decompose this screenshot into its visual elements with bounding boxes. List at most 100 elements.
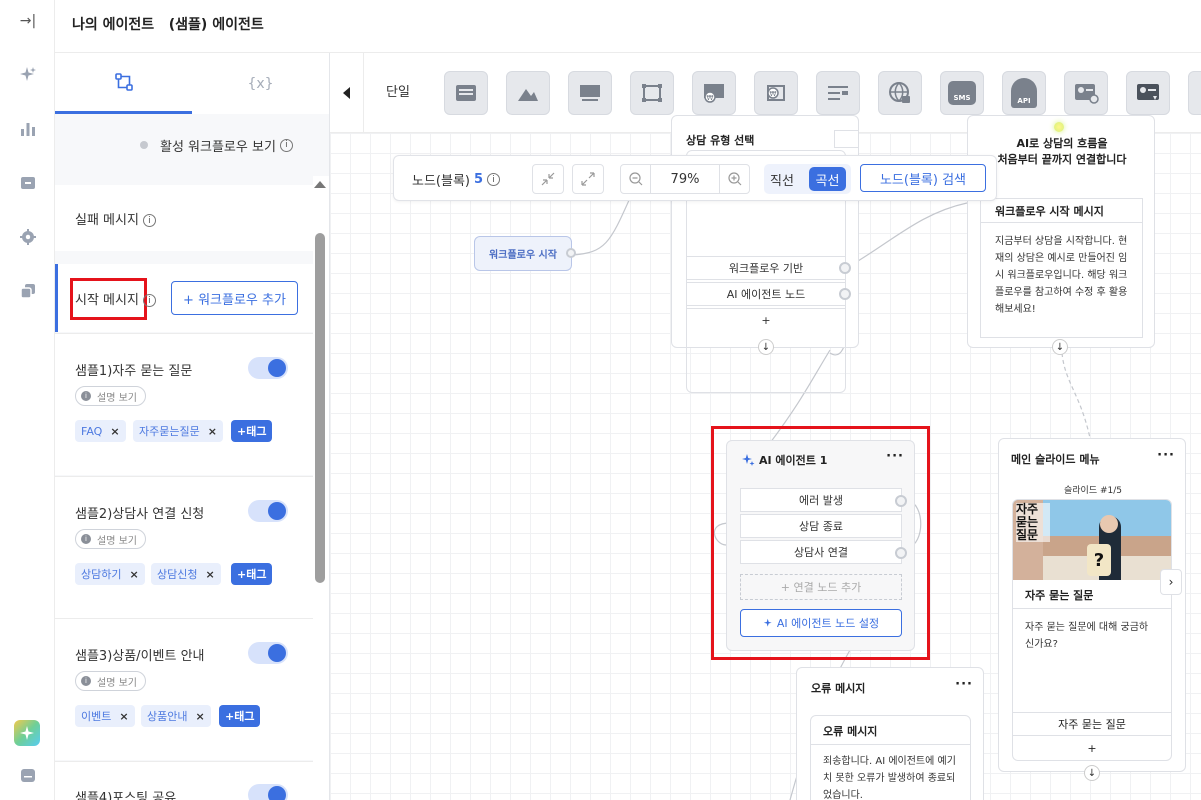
add-workflow-button[interactable]: + 워크플로우 추가 — [171, 281, 298, 315]
arrow-down-icon[interactable]: ↓ — [758, 339, 774, 355]
list-icon[interactable] — [816, 71, 860, 115]
tag[interactable]: 이벤트 × — [75, 705, 135, 727]
scrollbar-thumb[interactable] — [315, 233, 325, 583]
ai-image-icon[interactable] — [506, 71, 550, 115]
expand-icon[interactable] — [572, 164, 604, 194]
info-icon[interactable]: i — [487, 173, 501, 186]
archive-icon[interactable] — [17, 172, 39, 194]
option-row[interactable]: 워크플로우 기반 — [686, 256, 846, 280]
agent-setup-button[interactable]: AI 에이전트 노드 설정 — [740, 609, 902, 637]
workflow-toggle[interactable] — [248, 357, 288, 379]
collapse-icon[interactable] — [532, 164, 564, 194]
ai-agent-node[interactable]: AI 에이전트 1 ··· 에러 발생 상담 종료 상담사 연결 + 연결 노드… — [726, 440, 915, 651]
workflow-start-node[interactable]: 워크플로우 시작 — [474, 236, 572, 271]
remove-tag-icon[interactable]: × — [119, 710, 128, 723]
workflow-toggle[interactable] — [248, 784, 288, 800]
more-menu-icon[interactable]: ··· — [955, 677, 973, 692]
collapse-panel-button[interactable] — [330, 53, 364, 133]
api-label: API — [1011, 78, 1037, 108]
workflow-canvas[interactable]: 단일 ₩ ₩ SMS API 상담 유형 선택 워크플로우 기반 AI 에이전트… — [330, 53, 1201, 800]
desc-button[interactable]: i 설명 보기 — [75, 529, 146, 549]
carousel-icon[interactable] — [630, 71, 674, 115]
option-row[interactable]: AI 에이전트 노드 — [686, 282, 846, 306]
connector-port[interactable] — [839, 288, 851, 300]
info-icon[interactable]: i — [279, 138, 293, 152]
intro-message-node[interactable]: AI로 상담의 흐름을 처음부터 끝까지 연결합니다 워크플로우 시작 메시지 … — [967, 115, 1155, 355]
remove-tag-icon[interactable]: × — [195, 710, 204, 723]
add-connection-button[interactable]: + 연결 노드 추가 — [740, 574, 902, 600]
active-workflow-toggle[interactable]: 활성 워크플로우 보기 i — [140, 134, 310, 156]
product-carousel-icon[interactable]: ₩ — [754, 71, 798, 115]
scroll-up-icon[interactable] — [314, 181, 326, 188]
zoom-value[interactable]: 79% — [651, 165, 719, 193]
contact-card-icon[interactable] — [1126, 71, 1170, 115]
web-lock-icon[interactable] — [878, 71, 922, 115]
add-tag-button[interactable]: +태그 — [231, 563, 273, 585]
error-message-node[interactable]: 오류 메시지 ··· 오류 메시지 죄송합니다. AI 에이전트에 예기치 못한… — [796, 667, 984, 800]
more-blocks-icon[interactable] — [1188, 71, 1201, 115]
add-tag-button[interactable]: +태그 — [231, 420, 273, 442]
consult-type-node[interactable]: 상담 유형 선택 워크플로우 기반 AI 에이전트 노드 + ↓ — [671, 115, 859, 393]
tag[interactable]: FAQ × — [75, 420, 126, 442]
tag[interactable]: 상담하기 × — [75, 563, 145, 585]
more-menu-icon[interactable]: ··· — [886, 449, 904, 464]
tab-workflow[interactable] — [55, 53, 192, 114]
collapse-sidebar-icon[interactable]: →| — [17, 10, 39, 32]
tag[interactable]: 자주묻는질문 × — [133, 420, 223, 442]
remove-tag-icon[interactable]: × — [110, 425, 119, 438]
text-block-icon[interactable] — [444, 71, 488, 115]
add-button[interactable]: + — [1013, 738, 1171, 758]
workflow-card[interactable]: 샘플2)상담사 연결 신청 i 설명 보기 상담하기 × 상담신청 × +태그 — [55, 476, 313, 618]
slide-card-button[interactable]: 자주 묻는 질문 — [1013, 712, 1171, 736]
node-search-button[interactable]: 노드(블록) 검색 — [860, 164, 986, 192]
user-info-icon[interactable] — [1064, 71, 1108, 115]
desc-button[interactable]: i 설명 보기 — [75, 671, 146, 691]
add-option-row[interactable]: + — [686, 308, 846, 332]
sparkle-icon[interactable] — [17, 64, 39, 86]
curve-line-option[interactable]: 곡선 — [809, 167, 846, 191]
bar-chart-icon[interactable] — [17, 118, 39, 140]
start-message-item[interactable]: 시작 메시지 i + 워크플로우 추가 — [55, 264, 313, 332]
remove-tag-icon[interactable]: × — [205, 568, 214, 581]
connector-port[interactable] — [895, 547, 907, 559]
zoom-in-icon[interactable] — [719, 165, 749, 193]
agent-output-row[interactable]: 상담 종료 — [740, 514, 902, 538]
tag-label: 상품안내 — [147, 710, 188, 723]
workflow-card[interactable]: 샘플1)자주 묻는 질문 i 설명 보기 FAQ × 자주묻는질문 × +태그 — [55, 333, 313, 475]
add-tag-button[interactable]: +태그 — [219, 705, 261, 727]
chat-icon[interactable] — [17, 764, 39, 786]
connector-port[interactable] — [839, 262, 851, 274]
image-icon[interactable] — [568, 71, 612, 115]
straight-line-option[interactable]: 직선 — [770, 170, 794, 189]
remove-tag-icon[interactable]: × — [208, 425, 217, 438]
desc-button[interactable]: i 설명 보기 — [75, 386, 146, 406]
agent-output-row[interactable]: 상담사 연결 — [740, 540, 902, 564]
slide-menu-node[interactable]: 메인 슬라이드 메뉴 ··· 슬라이드 #1/5 자주 묻는 질문 ? 자주 묻… — [998, 438, 1186, 781]
sms-icon[interactable]: SMS — [940, 71, 984, 115]
workflow-card[interactable]: 샘플3)상품/이벤트 안내 i 설명 보기 이벤트 × 상품안내 × +태그 — [55, 618, 313, 760]
tag-label: FAQ — [81, 424, 103, 438]
agent-output-row[interactable]: 에러 발생 — [740, 488, 902, 512]
remove-tag-icon[interactable]: × — [129, 568, 138, 581]
zoom-out-icon[interactable] — [621, 165, 651, 193]
tag[interactable]: 상담신청 × — [151, 563, 221, 585]
arrow-down-icon[interactable]: ↓ — [1052, 339, 1068, 355]
copy-icon[interactable] — [17, 280, 39, 302]
chevron-right-icon[interactable]: › — [1160, 569, 1182, 595]
tag[interactable]: 상품안내 × — [141, 705, 211, 727]
workflow-card[interactable]: 샘플4)포스팅 공유 — [55, 761, 313, 800]
arrow-down-icon[interactable]: ↓ — [1084, 765, 1100, 781]
gear-icon[interactable] — [17, 226, 39, 248]
connector-port[interactable] — [895, 495, 907, 507]
ai-assistant-icon[interactable] — [14, 720, 40, 746]
more-menu-icon[interactable]: ··· — [1157, 448, 1175, 463]
product-image-icon[interactable]: ₩ — [692, 71, 736, 115]
info-icon[interactable]: i — [142, 294, 156, 307]
tab-variables[interactable]: {x} — [192, 53, 329, 114]
fail-message-item[interactable]: 실패 메시지 i — [55, 185, 313, 251]
workflow-toggle[interactable] — [248, 642, 288, 664]
info-icon[interactable]: i — [142, 214, 156, 227]
api-icon[interactable]: API — [1002, 71, 1046, 115]
connector-port[interactable] — [566, 248, 576, 258]
workflow-toggle[interactable] — [248, 500, 288, 522]
